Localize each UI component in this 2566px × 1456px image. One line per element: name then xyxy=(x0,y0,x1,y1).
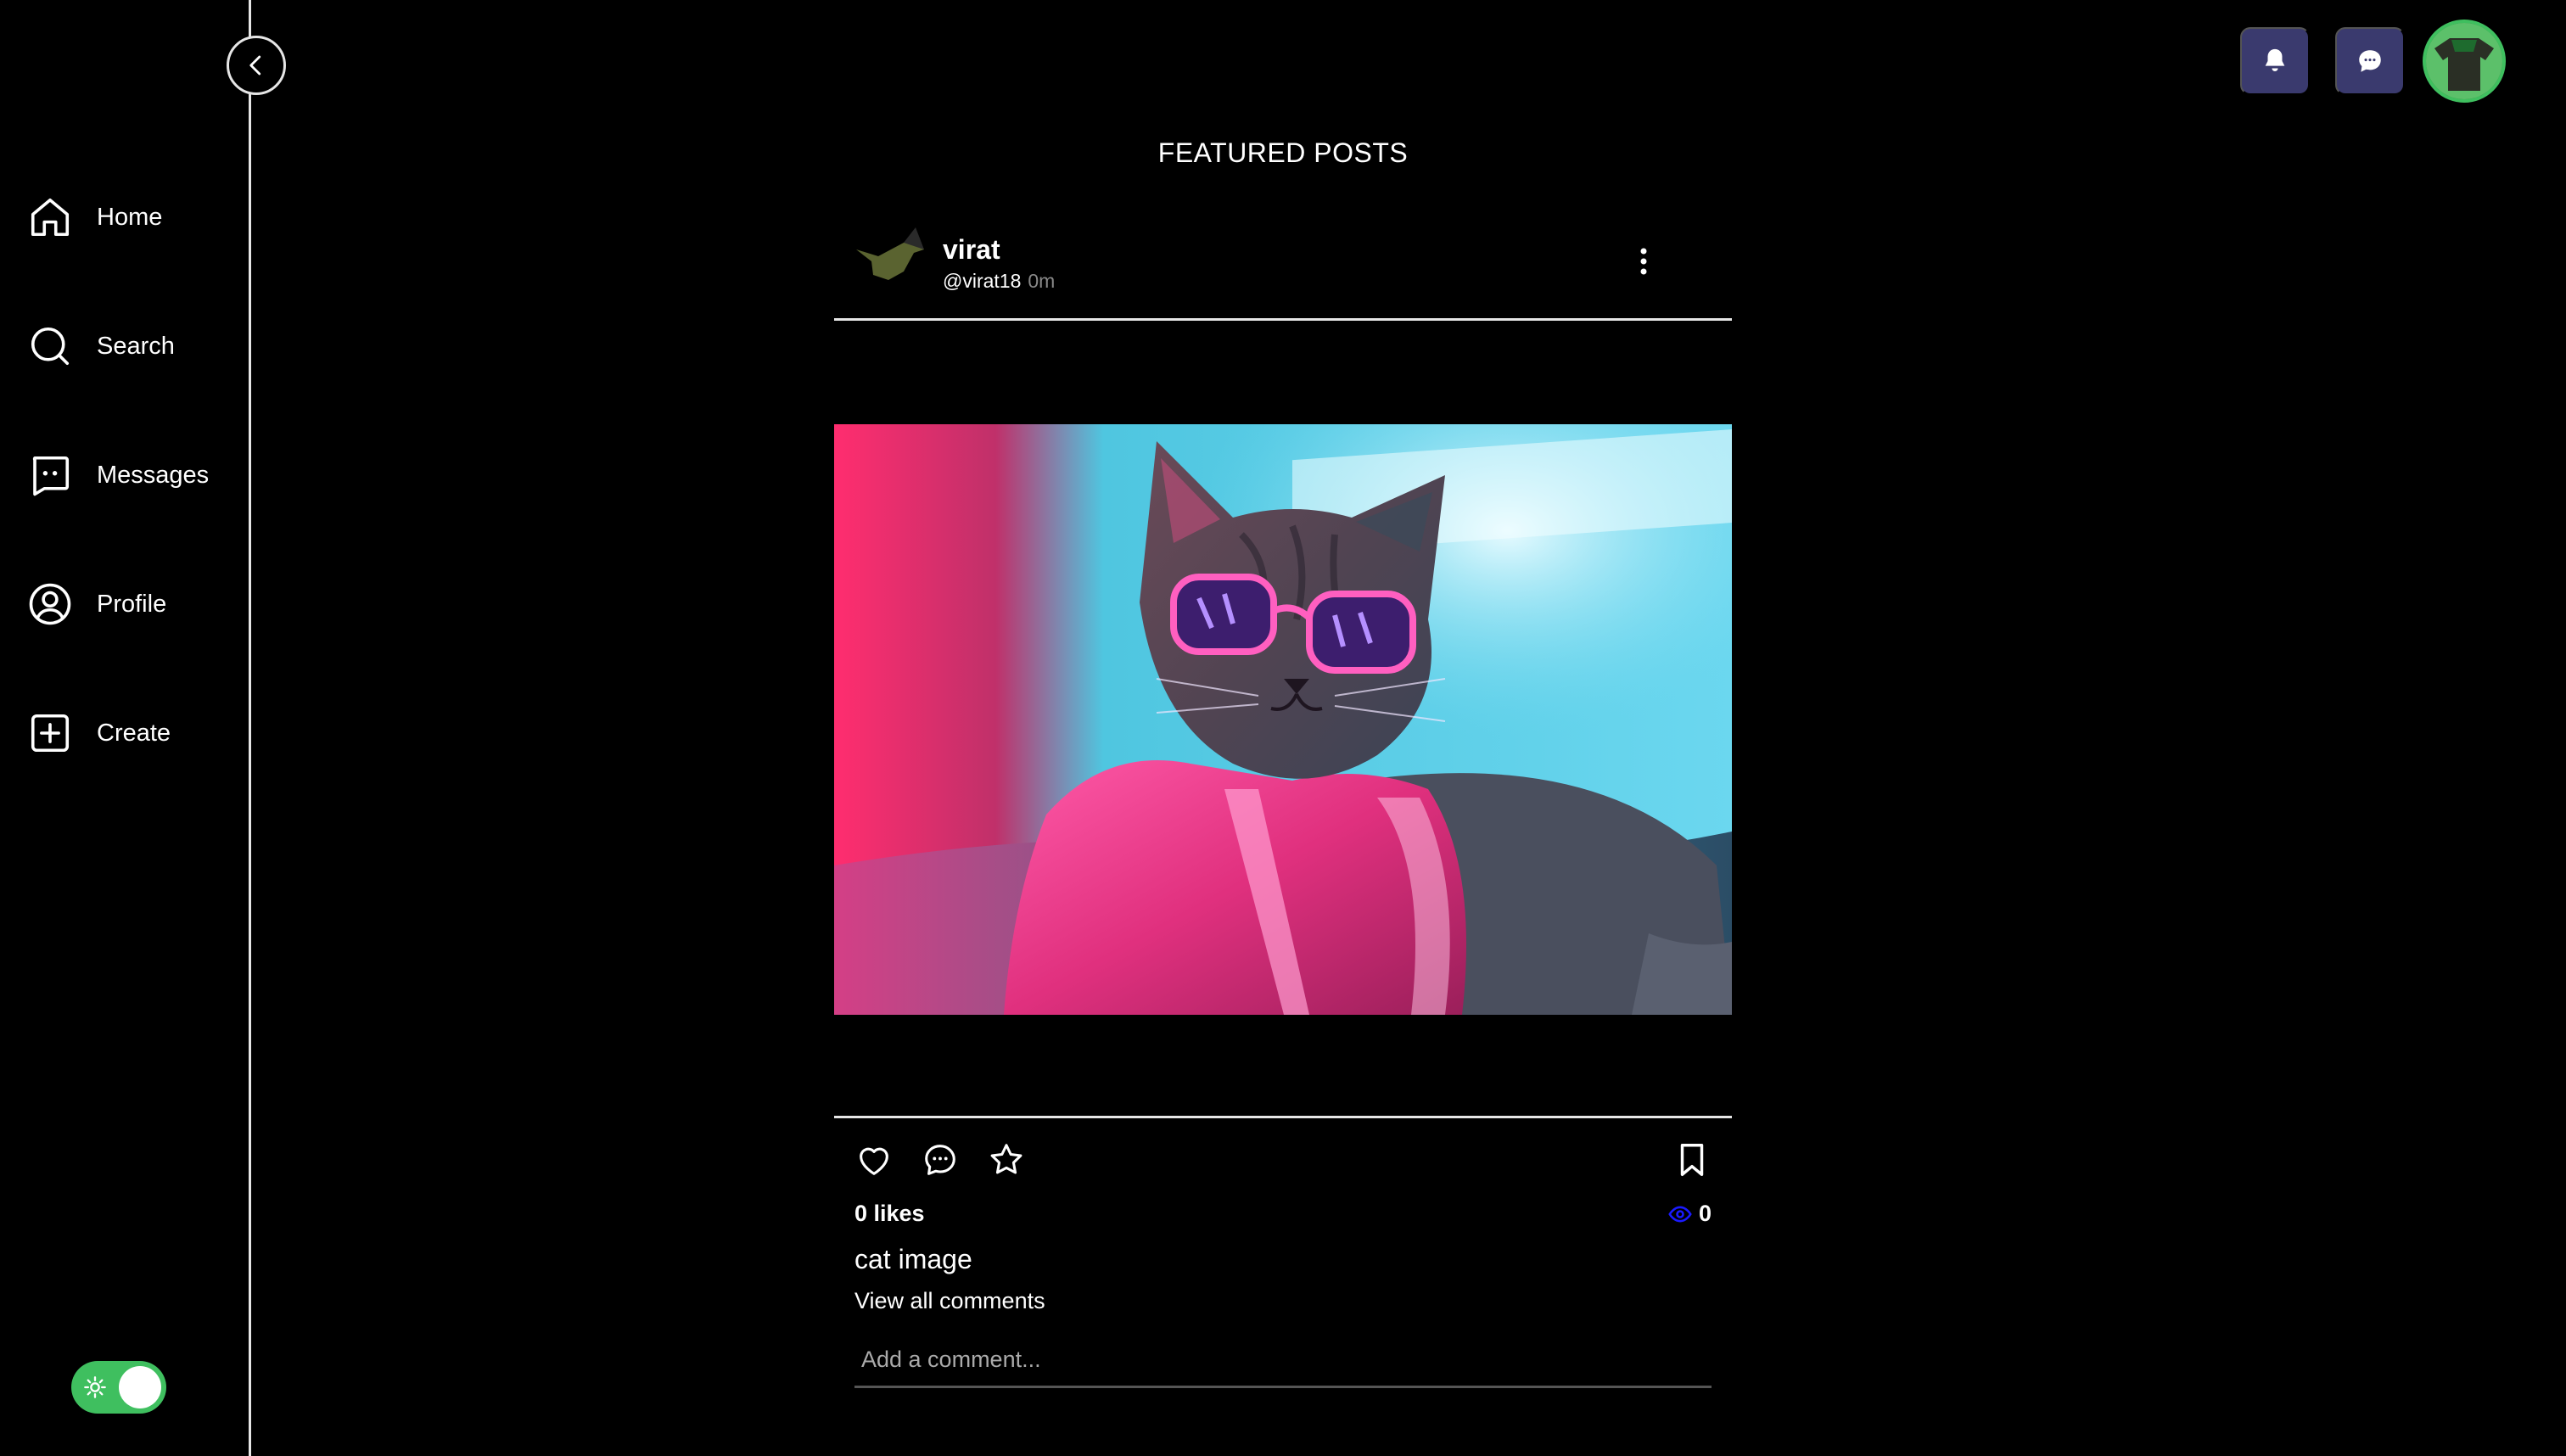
theme-toggle[interactable] xyxy=(71,1361,166,1414)
post-image-area xyxy=(834,321,1732,1118)
comment-icon[interactable] xyxy=(921,1140,960,1179)
feed-title: FEATURED POSTS xyxy=(1157,137,1409,168)
post-author-handle[interactable]: @virat18 xyxy=(943,270,1021,292)
app-root: Home Search Messages Profile Create FEAT… xyxy=(0,0,2566,1456)
sidebar-item-search[interactable]: Search xyxy=(27,321,231,372)
post-author-avatar[interactable] xyxy=(854,224,929,292)
messages-button[interactable] xyxy=(2335,27,2405,95)
post-author-name[interactable]: virat xyxy=(943,234,1000,266)
heart-icon[interactable] xyxy=(854,1140,894,1179)
star-icon[interactable] xyxy=(987,1140,1026,1179)
views-count: 0 xyxy=(1668,1201,1712,1227)
bell-icon xyxy=(2265,48,2285,72)
post-header: virat @virat18 0m xyxy=(834,212,1732,321)
avatar-image xyxy=(2426,23,2502,99)
post-image[interactable] xyxy=(834,424,1732,1015)
cat-photo xyxy=(834,424,1732,1015)
post-time: 0m xyxy=(1028,270,1056,292)
eye-icon xyxy=(1668,1206,1692,1222)
sidebar-item-label: Profile xyxy=(97,590,167,618)
view-all-comments-link[interactable]: View all comments xyxy=(854,1288,1045,1314)
post-card: virat @virat18 0m 0 likes 0 cat image Vi… xyxy=(834,212,1732,1388)
avatar[interactable] xyxy=(2423,20,2506,103)
search-icon xyxy=(31,327,70,366)
sidebar-item-label: Create xyxy=(97,719,171,747)
chevron-left-icon xyxy=(249,55,261,76)
sidebar: Home Search Messages Profile Create xyxy=(0,0,251,1456)
chat-bubble-icon xyxy=(2359,50,2381,72)
plus-square-icon xyxy=(31,714,70,753)
post-caption: cat image xyxy=(854,1244,972,1274)
post-author-meta: @virat18 0m xyxy=(943,270,1055,293)
sidebar-item-create[interactable]: Create xyxy=(27,708,231,759)
collapse-sidebar-button[interactable] xyxy=(227,36,286,95)
sidebar-item-label: Home xyxy=(97,203,163,231)
notifications-button[interactable] xyxy=(2240,27,2310,95)
sidebar-item-label: Messages xyxy=(97,461,210,489)
likes-count[interactable]: 0 likes xyxy=(854,1201,925,1227)
home-icon xyxy=(31,198,70,237)
more-options-icon[interactable] xyxy=(1633,244,1654,278)
user-icon xyxy=(29,583,71,625)
views-number: 0 xyxy=(1698,1201,1712,1226)
toggle-knob xyxy=(119,1366,161,1408)
sidebar-item-messages[interactable]: Messages xyxy=(27,450,231,501)
sidebar-item-profile[interactable]: Profile xyxy=(27,579,231,630)
sidebar-item-home[interactable]: Home xyxy=(27,192,231,243)
comment-input[interactable] xyxy=(854,1334,1712,1388)
message-icon xyxy=(32,456,70,496)
sidebar-item-label: Search xyxy=(97,332,175,360)
sun-icon xyxy=(84,1376,106,1398)
bookmark-icon[interactable] xyxy=(1672,1140,1712,1179)
post-actions xyxy=(834,1118,1732,1203)
